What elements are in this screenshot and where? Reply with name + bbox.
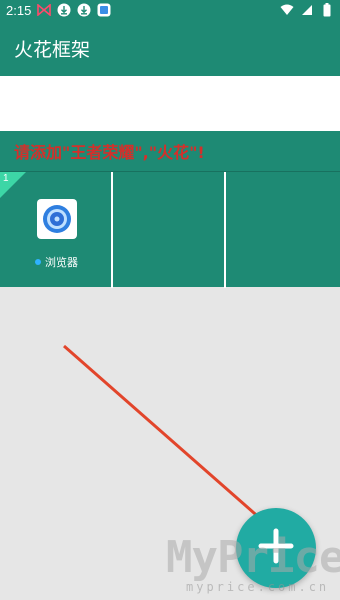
notice-text: 请添加"王者荣耀","火花"! bbox=[14, 143, 205, 162]
app-grid: 1 浏览器 bbox=[0, 171, 340, 288]
status-time: 2:15 bbox=[6, 2, 32, 18]
status-bar: 2:15 bbox=[0, 0, 340, 20]
watermark-sub: myprice.com.cn bbox=[186, 580, 330, 594]
grid-cell-browser[interactable]: 1 浏览器 bbox=[0, 172, 113, 288]
download-icon bbox=[57, 3, 71, 17]
count-badge-number: 1 bbox=[3, 173, 9, 184]
battery-icon bbox=[320, 3, 334, 17]
app-title: 火花框架 bbox=[14, 38, 91, 61]
app-bar: 火花框架 bbox=[0, 20, 340, 76]
signal-icon bbox=[300, 3, 314, 17]
status-dot-icon bbox=[35, 259, 41, 265]
download-icon bbox=[77, 3, 91, 17]
browser-icon[interactable] bbox=[37, 199, 77, 239]
app-label: 浏览器 bbox=[45, 256, 78, 269]
notice-banner: 请添加"王者荣耀","火花"! bbox=[0, 131, 340, 171]
watermark: MyPrice bbox=[166, 532, 340, 583]
bowtie-icon bbox=[37, 3, 52, 17]
header-blank-area bbox=[0, 76, 340, 131]
wifi-icon bbox=[280, 3, 294, 17]
app-label-row: 浏览器 bbox=[0, 254, 113, 270]
gallery-icon bbox=[97, 3, 111, 17]
grid-cell-empty[interactable] bbox=[113, 172, 226, 288]
grid-cell-empty[interactable] bbox=[226, 172, 340, 288]
